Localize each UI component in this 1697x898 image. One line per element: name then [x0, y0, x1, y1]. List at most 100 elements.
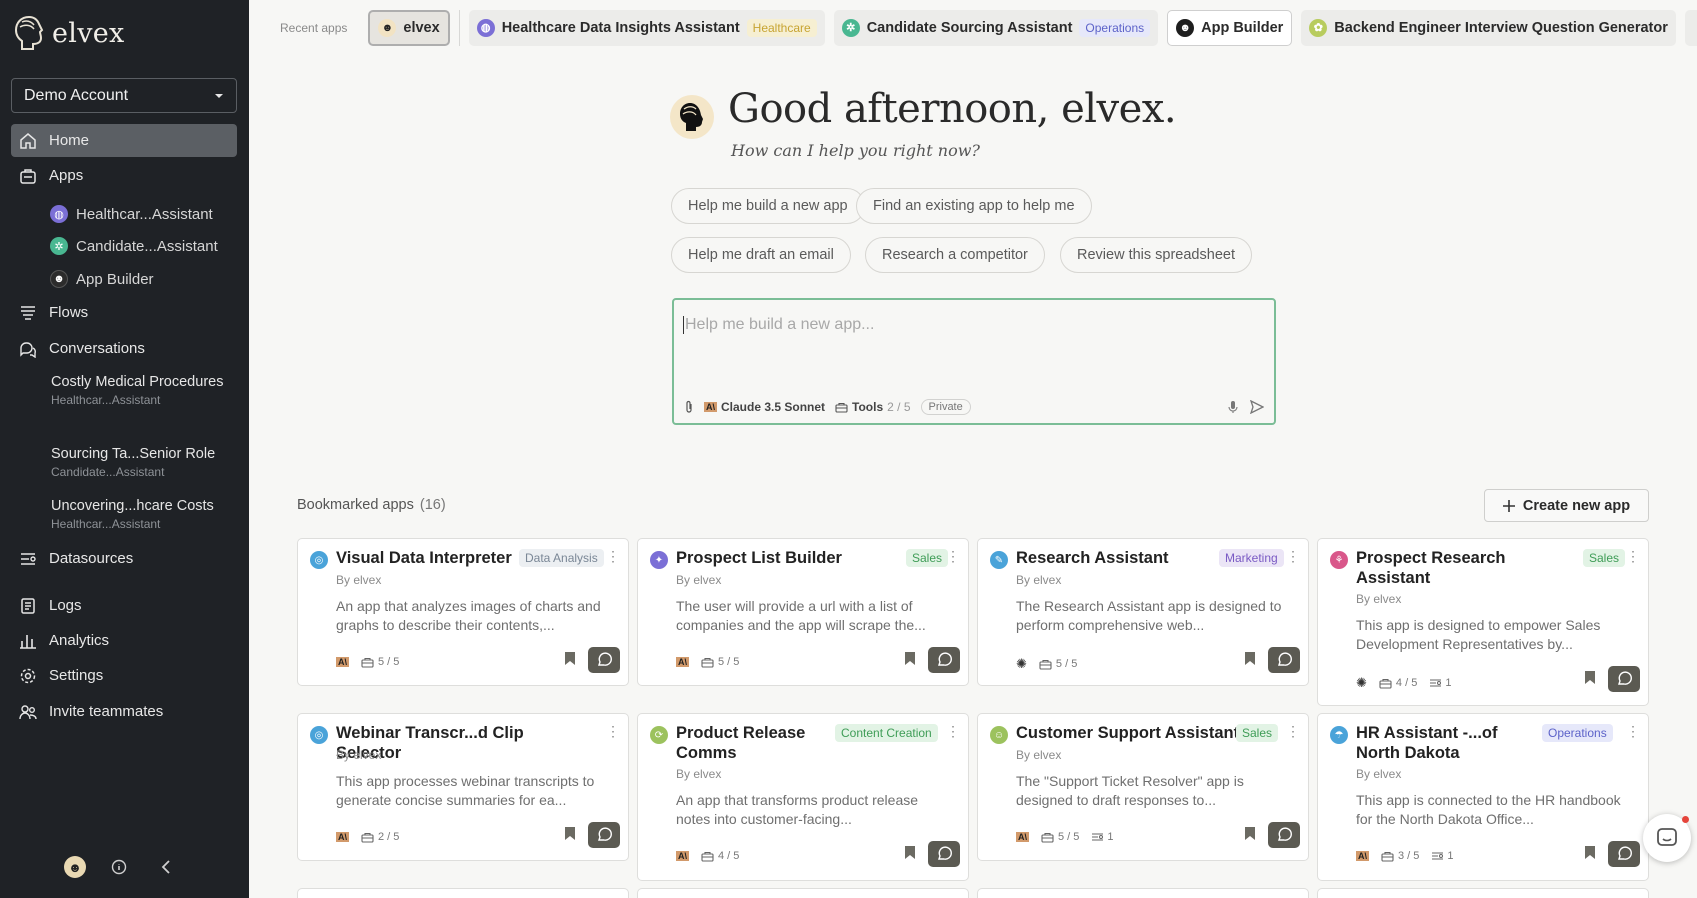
recent-app-chip-app-builder[interactable]: ☻ App Builder	[1167, 9, 1293, 46]
recent-app-chip-candidate[interactable]: ✲ Candidate Sourcing Assistant Operation…	[833, 9, 1159, 46]
app-card[interactable]: ⟳ Product Release Comms Content Creation ⋮ B…	[637, 713, 969, 881]
app-card-partial[interactable]	[297, 888, 629, 898]
app-card[interactable]: ◎ Visual Data Interpreter Data Analysis ⋮ By…	[297, 538, 629, 686]
sidebar-item-conversations[interactable]: Conversations	[11, 332, 237, 365]
app-card-partial[interactable]	[637, 888, 969, 898]
sidebar-item-flows[interactable]: Flows	[11, 296, 237, 329]
bookmark-icon[interactable]	[1584, 670, 1596, 690]
recent-app-chip-overflow[interactable]	[1684, 9, 1697, 46]
suggestion-find-app[interactable]: Find an existing app to help me	[856, 188, 1092, 224]
globe-icon: ◍	[476, 18, 495, 37]
app-card[interactable]: ⚘ Prospect Research Assistant Sales ⋮ By elv…	[1317, 538, 1649, 706]
app-card[interactable]: ☂ HR Assistant -...of North Dakota Operati…	[1317, 713, 1649, 881]
start-chat-button[interactable]	[928, 647, 960, 673]
tools-count: 3 / 5	[1381, 850, 1419, 862]
sidebar-item-analytics[interactable]: Analytics	[11, 624, 237, 657]
tools-count: 2 / 5	[887, 400, 911, 414]
sidebar-item-datasources[interactable]: Datasources	[11, 542, 237, 575]
sidebar-item-logs[interactable]: Logs	[11, 589, 237, 622]
app-card-title: Product Release Comms	[676, 724, 806, 762]
more-options-icon[interactable]: ⋮	[1286, 724, 1300, 738]
suggestion-draft-email[interactable]: Help me draft an email	[671, 237, 851, 273]
tools-count: 2 / 5	[361, 831, 399, 843]
conversation-item[interactable]: Costly Medical Procedures Healthcar...As…	[51, 372, 236, 407]
more-options-icon[interactable]: ⋮	[1286, 549, 1300, 563]
sidebar-item-home[interactable]: Home	[11, 124, 237, 157]
start-chat-button[interactable]	[588, 822, 620, 848]
account-switcher[interactable]: Demo Account	[11, 78, 237, 113]
more-options-icon[interactable]: ⋮	[606, 549, 620, 563]
sidebar-app-app-builder[interactable]: ☻ App Builder	[50, 266, 154, 292]
conversation-app: Healthcar...Assistant	[51, 393, 161, 407]
visibility-badge[interactable]: Private	[920, 399, 971, 415]
support-chat-button[interactable]	[1643, 814, 1691, 862]
sidebar-item-invite[interactable]: Invite teammates	[11, 695, 237, 728]
start-chat-button[interactable]	[588, 647, 620, 673]
app-card-partial[interactable]	[977, 888, 1309, 898]
microphone-icon[interactable]	[1228, 400, 1238, 414]
sidebar-app-healthcare[interactable]: ◍ Healthcar...Assistant	[50, 201, 213, 227]
send-icon[interactable]	[1250, 400, 1264, 414]
user-avatar[interactable]: ☻	[63, 855, 87, 879]
category-tag: Sales	[1236, 724, 1279, 742]
model-selector[interactable]: A\ Claude 3.5 Sonnet	[704, 400, 825, 414]
app-card-meta: A\ 4 / 5	[676, 850, 739, 862]
datasource-count-value: 1	[1445, 677, 1452, 689]
conversation-item[interactable]: Sourcing Ta...Senior Role Candidate...As…	[51, 444, 236, 479]
bookmark-icon[interactable]	[1584, 845, 1596, 865]
bookmark-icon[interactable]	[564, 826, 576, 846]
app-card[interactable]: ☺ Customer Support Assistant Sales ⋮ By elve…	[977, 713, 1309, 861]
prompt-composer[interactable]: Help me build a new app... A\ Claude 3.5…	[672, 298, 1276, 425]
brand-logo[interactable]: elvex	[12, 14, 125, 52]
sidebar-item-label: Flows	[49, 304, 89, 321]
app-card-description: An app that analyzes images of charts an…	[336, 598, 601, 633]
sidebar-app-candidate[interactable]: ✲ Candidate...Assistant	[50, 233, 218, 259]
more-options-icon[interactable]: ⋮	[1626, 549, 1640, 563]
app-card[interactable]: ✦ Prospect List Builder Sales ⋮ By elvex The …	[637, 538, 969, 686]
recent-app-chip-backend-engineer[interactable]: ✿ Backend Engineer Interview Question Ge…	[1301, 9, 1676, 46]
more-options-icon[interactable]: ⋮	[1626, 724, 1640, 738]
tools-count-value: 2 / 5	[378, 831, 400, 843]
recent-app-chip-healthcare[interactable]: ◍ Healthcare Data Insights Assistant Hea…	[468, 9, 825, 46]
app-card-description: The "Support Ticket Resolver" app is des…	[1016, 773, 1244, 808]
tools-count: 4 / 5	[701, 850, 739, 862]
sidebar-item-apps[interactable]: Apps	[11, 159, 237, 192]
account-name: Demo Account	[24, 86, 129, 104]
start-chat-button[interactable]	[928, 841, 960, 867]
paperclip-icon[interactable]	[684, 400, 694, 414]
app-card-author: By elvex	[336, 573, 382, 587]
app-card[interactable]: ◎ Webinar Transcr...d Clip Selector ⋮ By el…	[297, 713, 629, 861]
app-card-author: By elvex	[1356, 767, 1402, 781]
more-options-icon[interactable]: ⋮	[946, 724, 960, 738]
tools-count-value: 4 / 5	[718, 850, 740, 862]
app-card[interactable]: ✎ Research Assistant Marketing ⋮ By elvex The…	[977, 538, 1309, 686]
start-chat-button[interactable]	[1608, 666, 1640, 692]
conversation-item[interactable]: Uncovering...hcare Costs Healthcar...Ass…	[51, 496, 236, 531]
prompt-input[interactable]: Help me build a new app...	[682, 316, 874, 334]
bookmark-icon[interactable]	[1244, 826, 1256, 846]
suggestion-review-spreadsheet[interactable]: Review this spreadsheet	[1060, 237, 1252, 273]
sidebar-item-settings[interactable]: Settings	[11, 659, 237, 692]
bar-chart-icon	[20, 634, 36, 649]
collapse-sidebar-button[interactable]	[154, 855, 178, 879]
app-icon: ⚘	[1330, 551, 1348, 569]
start-chat-button[interactable]	[1608, 841, 1640, 867]
info-button[interactable]	[107, 855, 131, 879]
recent-apps-label: Recent apps	[280, 20, 348, 35]
more-options-icon[interactable]: ⋮	[946, 549, 960, 563]
bookmark-icon[interactable]	[1244, 651, 1256, 671]
app-card-partial[interactable]	[1317, 888, 1649, 898]
start-chat-button[interactable]	[1268, 647, 1300, 673]
bookmark-icon[interactable]	[904, 845, 916, 865]
elvex-avatar-icon: ☻	[1176, 18, 1195, 37]
suggestion-build-app[interactable]: Help me build a new app	[671, 188, 865, 224]
more-options-icon[interactable]: ⋮	[606, 724, 620, 738]
start-chat-button[interactable]	[1268, 822, 1300, 848]
bookmark-icon[interactable]	[904, 651, 916, 671]
bookmark-icon[interactable]	[564, 651, 576, 671]
suggestion-research-competitor[interactable]: Research a competitor	[865, 237, 1045, 273]
tools-selector[interactable]: Tools 2 / 5	[835, 400, 911, 414]
create-new-app-button[interactable]: Create new app	[1484, 489, 1649, 522]
recent-app-chip-elvex[interactable]: ☻ elvex	[368, 9, 450, 46]
tools-count-value: 5 / 5	[378, 656, 400, 668]
